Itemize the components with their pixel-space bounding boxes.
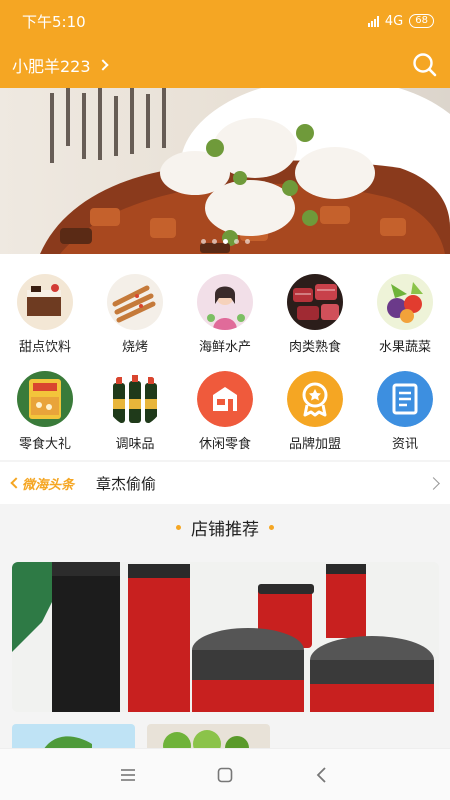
chevron-right-icon: [96, 59, 109, 71]
category-news[interactable]: 资讯: [360, 371, 450, 460]
bbq-photo: [107, 274, 163, 330]
shop-card[interactable]: [12, 562, 439, 712]
section-title: 店铺推荐: [191, 519, 259, 540]
meat-photo: [287, 274, 343, 330]
menu-icon: [121, 768, 136, 781]
category-seafood[interactable]: 海鲜水产: [180, 274, 270, 363]
battery-icon: 68: [409, 14, 434, 28]
carousel-dot[interactable]: [211, 239, 217, 244]
category-label: 烧烤: [121, 340, 148, 355]
search-icon[interactable]: [412, 52, 438, 78]
status-indicators: 4G 68: [367, 13, 434, 29]
signal-icon: [367, 15, 379, 27]
category-label: 休闲零食: [198, 437, 251, 452]
home-button[interactable]: [205, 755, 245, 795]
category-leisure-snack[interactable]: 休闲零食: [180, 371, 270, 460]
carousel-indicator: [0, 239, 450, 244]
news-logo-icon: [10, 477, 22, 489]
seafood-photo: [197, 274, 253, 330]
carousel-dot-active[interactable]: [222, 239, 228, 244]
home-square-icon: [217, 767, 233, 782]
dessert-photo: [17, 274, 73, 330]
category-grid: 甜点饮料 烧烤 海鲜水产 肉类熟食 水果蔬菜 零食大礼 调味品 休闲零食 品牌加…: [0, 254, 450, 460]
snack-photo: [17, 371, 73, 427]
category-meat[interactable]: 肉类熟食: [270, 274, 360, 363]
category-bbq[interactable]: 烧烤: [90, 274, 180, 363]
system-nav-bar: [0, 748, 450, 800]
user-name: 小肥羊223: [12, 57, 91, 76]
shop-icon: [197, 371, 253, 427]
seasoning-photo: [107, 371, 163, 427]
banner-carousel[interactable]: [0, 88, 450, 254]
document-icon: [377, 371, 433, 427]
category-label: 调味品: [115, 437, 155, 452]
category-label: 资讯: [391, 437, 418, 452]
app-header: 小肥羊223: [0, 42, 450, 88]
carousel-dot[interactable]: [233, 239, 239, 244]
news-logo-text: 微海头条: [22, 477, 75, 493]
shop-product-image: [12, 562, 439, 712]
network-type: 4G: [384, 13, 404, 29]
category-label: 零食大礼: [18, 437, 71, 452]
news-ticker[interactable]: 微海头条 章杰偷偷: [0, 462, 450, 504]
chevron-right-icon[interactable]: [427, 476, 440, 490]
title-dot: [176, 524, 181, 530]
award-icon: [287, 371, 343, 427]
category-snack-gift[interactable]: 零食大礼: [0, 371, 90, 460]
menu-button[interactable]: [108, 755, 148, 795]
category-label: 甜点饮料: [18, 340, 71, 355]
status-time: 下午5:10: [22, 12, 86, 31]
section-header: 店铺推荐: [0, 506, 450, 548]
category-seasoning[interactable]: 调味品: [90, 371, 180, 460]
carousel-dot[interactable]: [200, 239, 206, 244]
category-fruit[interactable]: 水果蔬菜: [360, 274, 450, 363]
status-bar: 下午5:10 4G 68: [0, 0, 450, 42]
category-dessert[interactable]: 甜点饮料: [0, 274, 90, 363]
battery-level: 68: [415, 15, 428, 26]
back-button[interactable]: [302, 755, 342, 795]
category-label: 肉类熟食: [288, 340, 341, 355]
back-arrow-icon: [316, 766, 326, 783]
category-brand-franchise[interactable]: 品牌加盟: [270, 371, 360, 460]
category-label: 品牌加盟: [288, 437, 341, 452]
fruit-photo: [377, 274, 433, 330]
news-logo: 微海头条: [10, 474, 75, 493]
category-label: 水果蔬菜: [378, 340, 431, 355]
carousel-dot[interactable]: [244, 239, 250, 244]
user-switcher[interactable]: 小肥羊223: [12, 53, 109, 77]
news-headline[interactable]: 章杰偷偷: [96, 473, 429, 494]
title-dot: [269, 524, 274, 530]
category-label: 海鲜水产: [198, 340, 251, 355]
banner-food-image: [0, 88, 450, 254]
